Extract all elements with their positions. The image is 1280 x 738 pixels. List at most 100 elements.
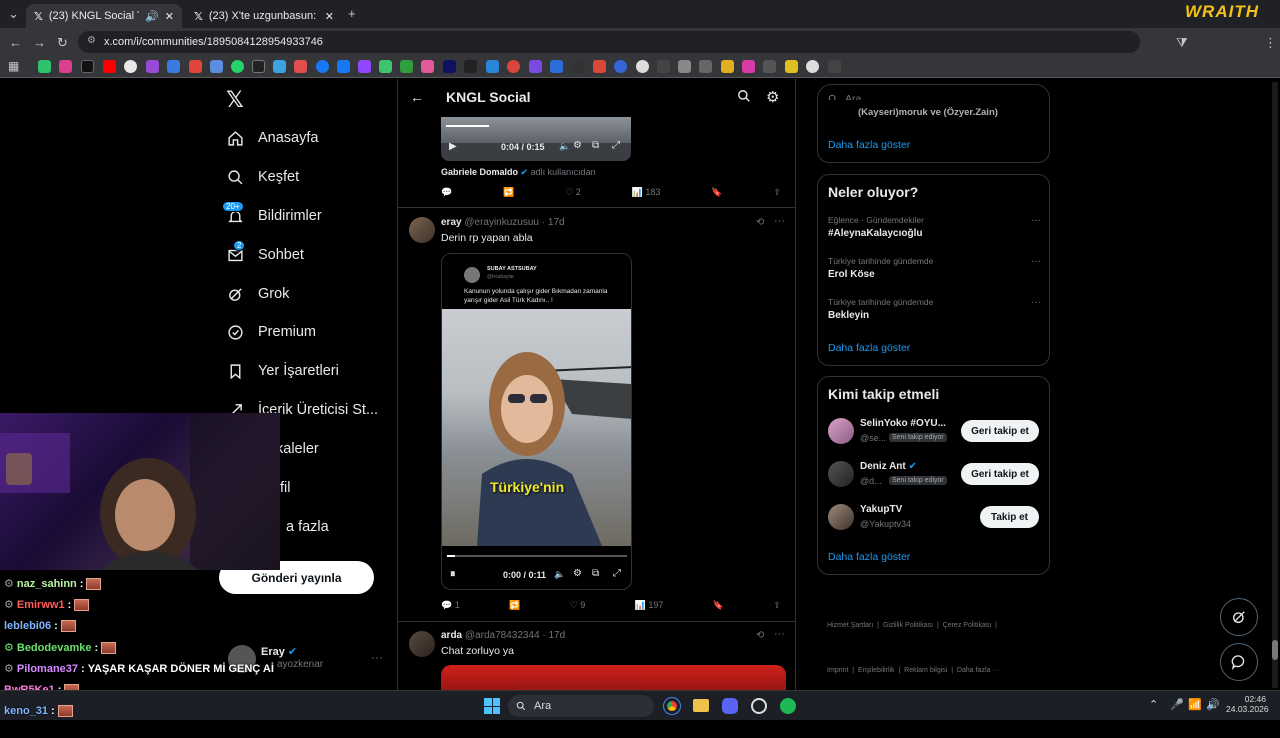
- nav-item-more[interactable]: a fazla: [286, 515, 329, 539]
- avatar[interactable]: [409, 217, 435, 243]
- bookmark-icon[interactable]: [59, 60, 72, 73]
- views-button[interactable]: 📊 183: [632, 187, 661, 198]
- scrollbar-thumb[interactable]: [1272, 640, 1278, 660]
- bookmark-icon[interactable]: [572, 60, 585, 73]
- nav-item-bookmarks[interactable]: Yer İşaretleri: [226, 359, 339, 383]
- back-arrow-icon[interactable]: ←: [410, 89, 424, 105]
- post-more-icon[interactable]: ···: [774, 628, 785, 640]
- bookmark-icon[interactable]: [294, 60, 307, 73]
- bookmark-icon[interactable]: [507, 60, 520, 73]
- pip-icon[interactable]: ⧉: [592, 568, 599, 579]
- avatar[interactable]: [409, 631, 435, 657]
- trend-more-icon[interactable]: ···: [1031, 215, 1041, 226]
- bookmark-icon[interactable]: [550, 60, 563, 73]
- follow-back-button[interactable]: Geri takip et: [961, 463, 1039, 485]
- account-more-icon[interactable]: ···: [371, 650, 383, 664]
- avatar[interactable]: [828, 504, 854, 530]
- new-tab-icon[interactable]: +: [348, 7, 356, 20]
- bookmark-icon[interactable]: [593, 60, 606, 73]
- author-handle[interactable]: @erayinkuzusuu: [464, 217, 539, 228]
- bookmark-icon[interactable]: [486, 60, 499, 73]
- repost-button[interactable]: 🔁: [509, 600, 520, 611]
- video-player[interactable]: ▶ 0:04 / 0:15 🔈 ⚙ ⧉ ⤢: [441, 117, 631, 161]
- wifi-icon[interactable]: 📶: [1188, 698, 1202, 711]
- spotify-icon[interactable]: [780, 698, 796, 714]
- play-icon[interactable]: ▶: [449, 141, 457, 152]
- video-progress[interactable]: [447, 555, 627, 557]
- trend-item[interactable]: Türkiye tarihinde gündemde Erol Köse ···: [828, 256, 1041, 280]
- page-scrollbar[interactable]: [1272, 82, 1278, 688]
- post-time[interactable]: · 17d: [542, 217, 565, 228]
- reply-button[interactable]: 💬: [441, 187, 452, 198]
- follow-button[interactable]: Takip et: [980, 506, 1039, 528]
- bookmark-icon[interactable]: [400, 60, 413, 73]
- bookmark-icon[interactable]: [124, 60, 137, 73]
- follow-name-row[interactable]: Deniz Ant ✔: [860, 461, 917, 472]
- address-bar[interactable]: ⚙ x.com/i/communities/189508412895493374…: [78, 31, 1140, 53]
- volume-icon[interactable]: 🔈: [554, 569, 565, 580]
- bookmark-icon[interactable]: [636, 60, 649, 73]
- bookmark-icon[interactable]: [81, 60, 94, 73]
- grok-float-button[interactable]: [1220, 598, 1258, 636]
- repost-button[interactable]: 🔁: [503, 187, 514, 198]
- clock[interactable]: 02:46 24.03.2026: [1226, 694, 1269, 714]
- menu-icon[interactable]: ⋮: [1264, 36, 1277, 49]
- search-icon[interactable]: [737, 89, 751, 108]
- nav-item-chat[interactable]: 2 Sohbet: [226, 240, 304, 267]
- volume-icon[interactable]: 🔊: [1206, 698, 1220, 711]
- bookmark-icon[interactable]: [379, 60, 392, 73]
- apps-icon[interactable]: ▦: [8, 60, 19, 72]
- show-more-link[interactable]: Daha fazla göster: [828, 342, 910, 354]
- like-button[interactable]: ♡ 9: [570, 600, 586, 611]
- author-name[interactable]: arda: [441, 630, 462, 641]
- show-more-link[interactable]: Daha fazla göster: [828, 551, 910, 563]
- nav-item-grok[interactable]: Grok: [226, 282, 289, 306]
- bookmark-icon[interactable]: [337, 60, 350, 73]
- messages-float-button[interactable]: [1220, 643, 1258, 681]
- bookmark-icon[interactable]: [699, 60, 712, 73]
- post-more-icon[interactable]: ···: [774, 215, 785, 227]
- bookmark-icon[interactable]: [443, 60, 456, 73]
- bookmark-icon[interactable]: [273, 60, 286, 73]
- bookmark-post-icon[interactable]: 🔖: [713, 600, 724, 611]
- follow-back-button[interactable]: Geri takip et: [961, 420, 1039, 442]
- windows-start-icon[interactable]: [484, 698, 500, 714]
- close-tab-icon[interactable]: ✕: [325, 10, 334, 23]
- video-settings-icon[interactable]: ⚙: [573, 140, 582, 151]
- video-attribution[interactable]: Gabriele Domaldo ✔ adlı kullanıcıdan: [441, 167, 596, 178]
- video-progress[interactable]: [446, 125, 489, 127]
- trend-item[interactable]: Eğlence · Gündemdekiler #AleynaKalaycıoğ…: [828, 215, 1041, 239]
- bookmark-icon[interactable]: [210, 60, 223, 73]
- avatar[interactable]: [828, 418, 854, 444]
- reload-icon[interactable]: ↻: [57, 36, 68, 49]
- account-name[interactable]: Eray ✔: [261, 645, 297, 658]
- bookmark-icon[interactable]: [529, 60, 542, 73]
- post-time[interactable]: · 17d: [542, 630, 565, 641]
- bookmark-icon[interactable]: [721, 60, 734, 73]
- nav-item-home[interactable]: Anasayfa: [226, 126, 318, 150]
- post-image[interactable]: [441, 665, 786, 690]
- author-handle[interactable]: @arda78432344: [465, 630, 540, 641]
- bookmark-icon[interactable]: [421, 60, 434, 73]
- bookmark-icon[interactable]: [358, 60, 371, 73]
- grok-post-icon[interactable]: ⟲: [756, 217, 764, 228]
- reply-button[interactable]: 💬 1: [441, 600, 460, 611]
- bookmark-icon[interactable]: [785, 60, 798, 73]
- forward-icon[interactable]: →: [33, 36, 46, 49]
- like-button[interactable]: ♡ 2: [565, 187, 581, 198]
- pip-icon[interactable]: ⧉: [592, 140, 599, 151]
- bookmark-icon[interactable]: [189, 60, 202, 73]
- bookmark-icon[interactable]: [316, 60, 329, 73]
- settings-icon[interactable]: ⚙: [766, 88, 779, 106]
- bookmark-icon[interactable]: [806, 60, 819, 73]
- trend-more-icon[interactable]: ···: [1031, 256, 1041, 267]
- fullscreen-icon[interactable]: ⤢: [612, 140, 620, 151]
- views-button[interactable]: 📊 197: [635, 600, 664, 611]
- chrome-icon[interactable]: [663, 697, 681, 715]
- bookmark-icon[interactable]: [657, 60, 670, 73]
- show-more-link[interactable]: Daha fazla göster: [828, 139, 910, 151]
- bookmark-icon[interactable]: [742, 60, 755, 73]
- trend-item[interactable]: Türkiye tarihinde gündemde Bekleyin ···: [828, 297, 1041, 321]
- tray-chevron-icon[interactable]: ⌃: [1149, 698, 1158, 711]
- taskbar-search[interactable]: Ara: [508, 695, 654, 717]
